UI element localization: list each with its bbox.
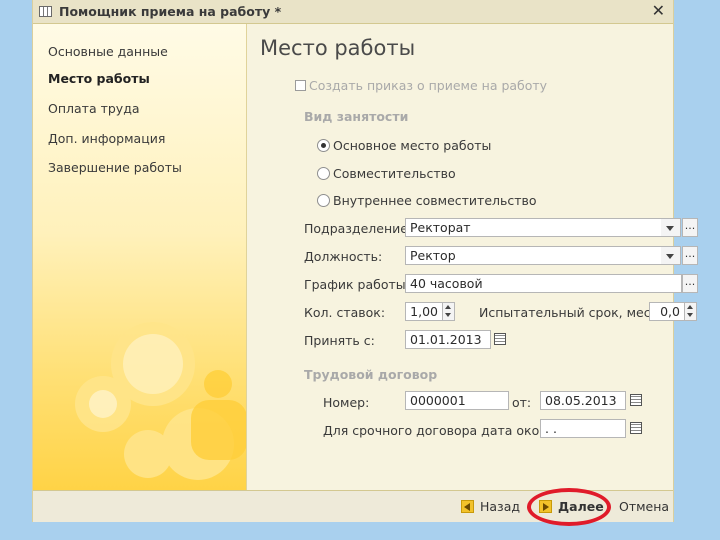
sidebar-item-basic-data[interactable]: Основные данные bbox=[48, 44, 168, 59]
radio-main-workplace-label: Основное место работы bbox=[333, 138, 492, 153]
rates-field[interactable]: 1,00 bbox=[405, 302, 443, 321]
gears-illustration bbox=[75, 322, 246, 480]
contract-date-calendar-icon[interactable] bbox=[627, 391, 645, 410]
sidebar-item-extra-info[interactable]: Доп. информация bbox=[48, 131, 165, 146]
back-label: Назад bbox=[480, 499, 521, 514]
sidebar: Основные данные Место работы Оплата труд… bbox=[33, 24, 247, 490]
radio-internal-part-time[interactable] bbox=[317, 194, 330, 207]
arrow-right-icon bbox=[539, 500, 552, 513]
contract-heading: Трудовой договор bbox=[304, 367, 438, 382]
form-icon bbox=[39, 6, 52, 17]
create-order-checkbox[interactable] bbox=[295, 80, 306, 91]
main-panel: Место работы Создать приказ о приеме на … bbox=[247, 24, 698, 490]
department-label: Подразделение: bbox=[304, 221, 413, 236]
next-button[interactable]: Далее bbox=[539, 496, 611, 518]
rates-label: Кол. ставок: bbox=[304, 305, 386, 320]
hire-date-field[interactable]: 01.01.2013 bbox=[405, 330, 491, 349]
position-field[interactable]: Ректор bbox=[405, 246, 662, 265]
close-icon[interactable]: ✕ bbox=[652, 2, 665, 20]
arrow-left-icon bbox=[461, 500, 474, 513]
rates-spinner[interactable] bbox=[443, 302, 455, 321]
department-select-button[interactable]: ... bbox=[682, 218, 698, 237]
employment-type-heading: Вид занятости bbox=[304, 109, 409, 124]
position-dropdown-button[interactable] bbox=[661, 246, 681, 265]
sidebar-item-finish[interactable]: Завершение работы bbox=[48, 160, 182, 175]
contract-number-field[interactable]: 0000001 bbox=[405, 391, 509, 410]
schedule-select-button[interactable]: ... bbox=[682, 274, 698, 293]
sidebar-item-payment[interactable]: Оплата труда bbox=[48, 101, 140, 116]
term-end-field[interactable]: . . bbox=[540, 419, 626, 438]
probation-field[interactable]: 0,0 bbox=[649, 302, 685, 321]
probation-spinner[interactable] bbox=[685, 302, 697, 321]
assistant-window: Помощник приема на работу * ✕ Основные д… bbox=[32, 0, 698, 522]
term-end-calendar-icon[interactable] bbox=[627, 419, 645, 438]
schedule-field[interactable]: 40 часовой bbox=[405, 274, 682, 293]
radio-part-time-label: Совместительство bbox=[333, 166, 456, 181]
page-title: Место работы bbox=[260, 36, 416, 60]
radio-internal-part-time-label: Внутреннее совместительство bbox=[333, 193, 537, 208]
cancel-button[interactable]: Отмена bbox=[619, 496, 669, 518]
department-field[interactable]: Ректорат bbox=[405, 218, 662, 237]
position-select-button[interactable]: ... bbox=[682, 246, 698, 265]
hire-date-calendar-icon[interactable] bbox=[491, 330, 509, 349]
radio-main-workplace[interactable] bbox=[317, 139, 330, 152]
contract-date-field[interactable]: 08.05.2013 bbox=[540, 391, 626, 410]
back-button[interactable]: Назад bbox=[461, 496, 523, 518]
contract-date-label: от: bbox=[512, 395, 532, 410]
probation-label: Испытательный срок, мес.: bbox=[479, 305, 659, 320]
footer-bar: Назад Далее Отмена bbox=[33, 490, 673, 522]
department-dropdown-button[interactable] bbox=[661, 218, 681, 237]
window-title: Помощник приема на работу * bbox=[59, 4, 282, 19]
radio-part-time[interactable] bbox=[317, 167, 330, 180]
position-label: Должность: bbox=[304, 249, 383, 264]
term-end-label: Для срочного договора дата оконч.: bbox=[323, 423, 563, 438]
title-bar: Помощник приема на работу * ✕ bbox=[33, 0, 673, 24]
schedule-label: График работы: bbox=[304, 277, 410, 292]
sidebar-item-workplace[interactable]: Место работы bbox=[48, 71, 150, 86]
contract-number-label: Номер: bbox=[323, 395, 370, 410]
next-label: Далее bbox=[558, 499, 604, 514]
create-order-label: Создать приказ о приеме на работу bbox=[309, 78, 548, 93]
hire-date-label: Принять с: bbox=[304, 333, 375, 348]
